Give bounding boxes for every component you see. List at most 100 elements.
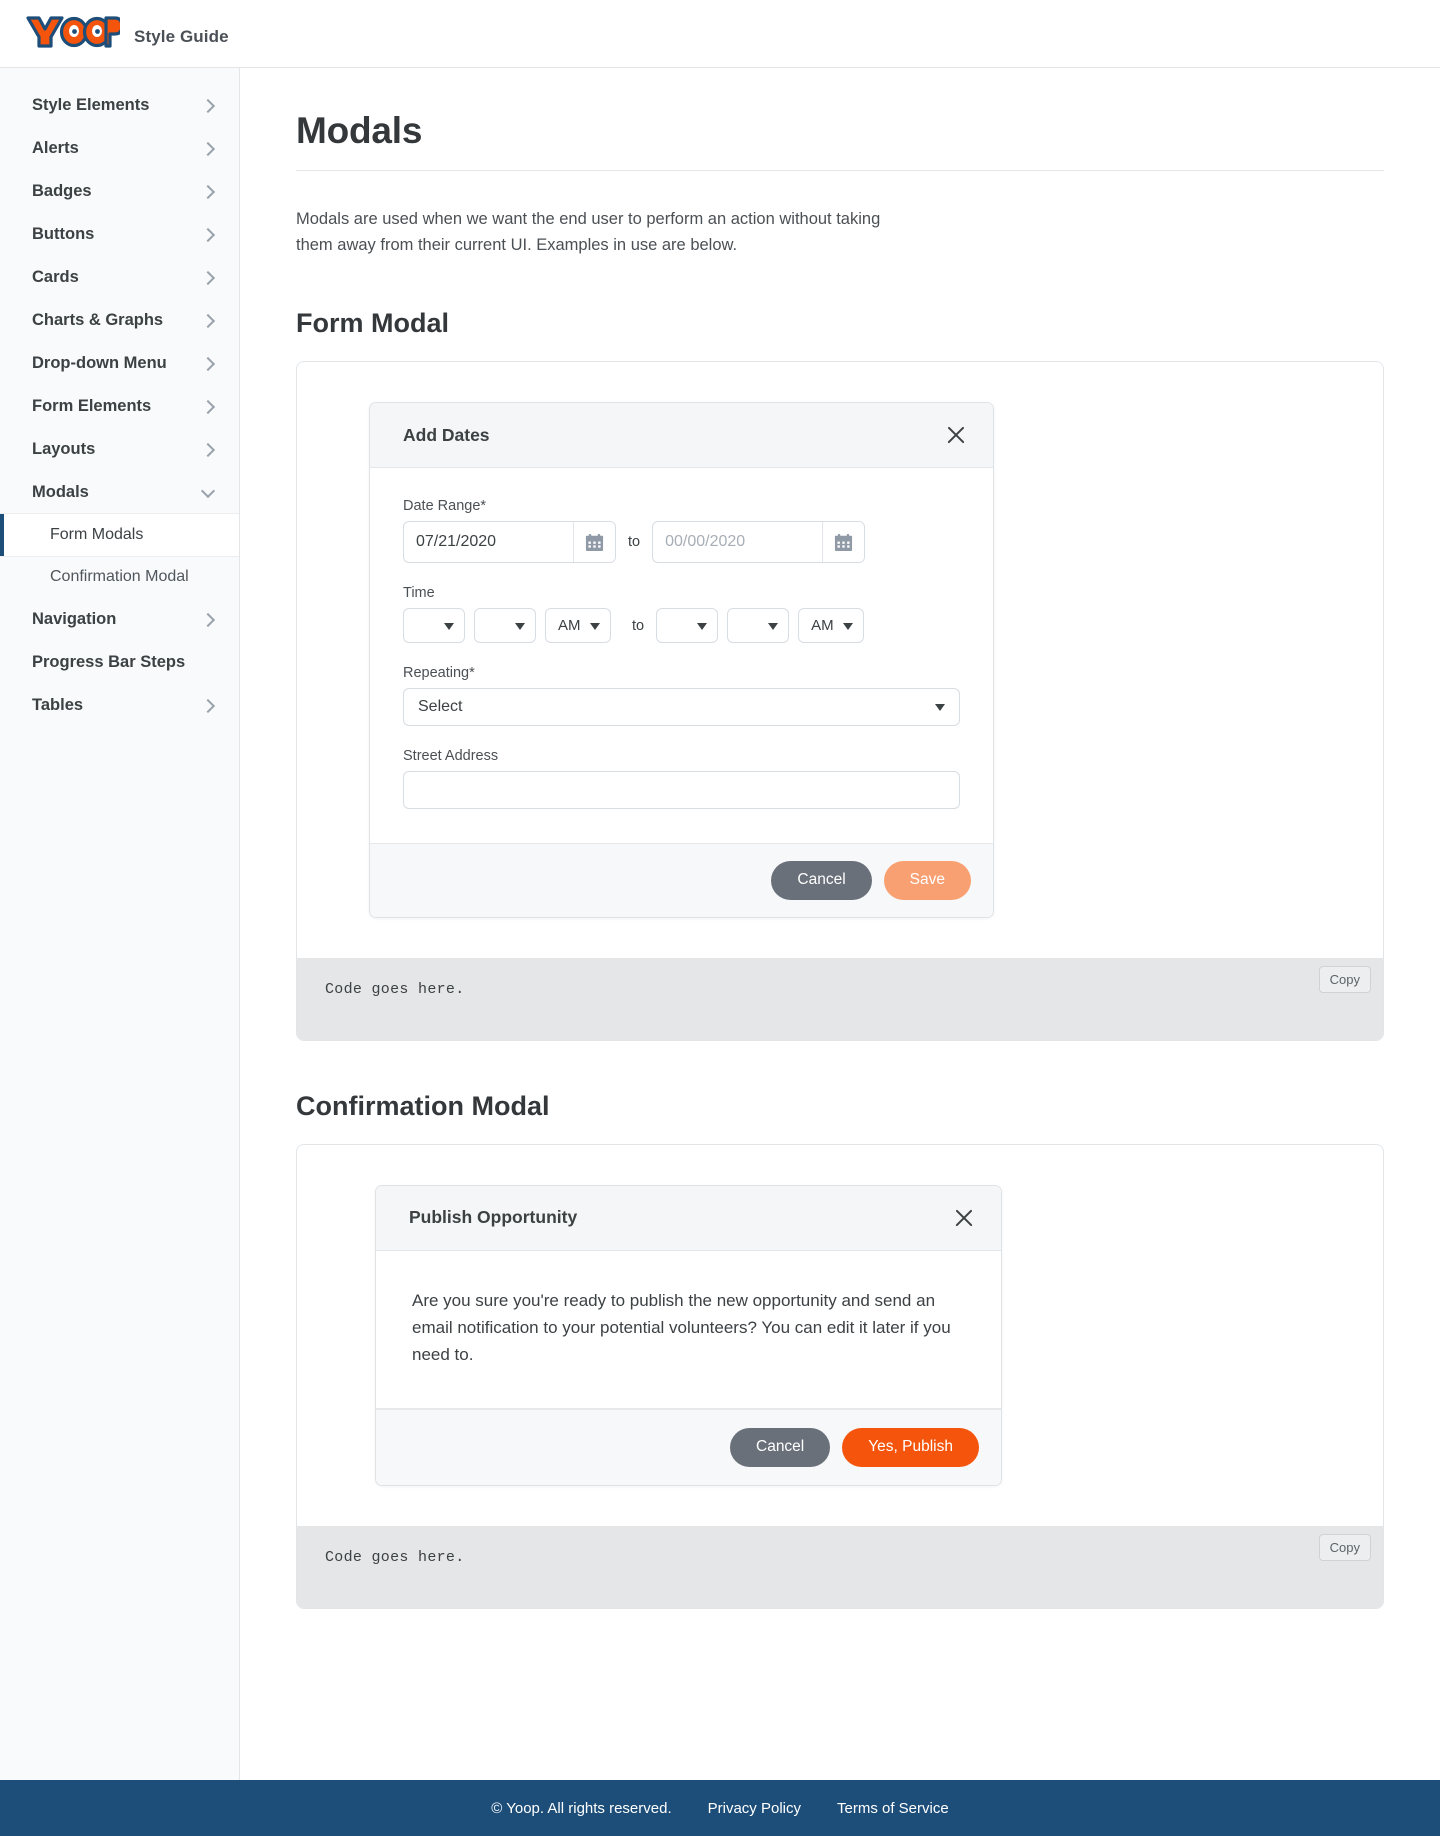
sidebar-item-modals[interactable]: Modals bbox=[0, 471, 239, 514]
form-modal-stage: Add Dates Date Range* 07/21/2020 to 00/0… bbox=[297, 362, 1383, 958]
sidebar-item-cards[interactable]: Cards bbox=[0, 256, 239, 299]
sidebar-subitem-label: Form Modals bbox=[50, 526, 144, 543]
modal-body: Are you sure you're ready to publish the… bbox=[376, 1251, 1001, 1410]
time-field: Time AM to AM bbox=[403, 585, 960, 644]
street-address-label: Street Address bbox=[403, 748, 499, 765]
yes-publish-button[interactable]: Yes, Publish bbox=[842, 1428, 979, 1467]
cancel-button[interactable]: Cancel bbox=[771, 861, 872, 900]
sidebar-subitem-form-modals[interactable]: Form Modals bbox=[0, 514, 239, 556]
chevron-right-icon bbox=[200, 270, 216, 285]
yoop-logo[interactable] bbox=[22, 9, 124, 58]
chevron-right-icon bbox=[200, 313, 216, 328]
sidebar-item-label: Style Elements bbox=[32, 96, 150, 114]
close-icon[interactable] bbox=[951, 1205, 977, 1231]
sidebar-item-label: Form Elements bbox=[32, 397, 152, 415]
sidebar-item-label: Alerts bbox=[32, 139, 79, 157]
chevron-down-icon bbox=[843, 622, 854, 630]
copyright-text: © Yoop. All rights reserved. bbox=[491, 1799, 672, 1817]
time-row: AM to AM bbox=[403, 608, 960, 644]
terms-of-service-link[interactable]: Terms of Service bbox=[837, 1800, 949, 1817]
save-button[interactable]: Save bbox=[883, 861, 971, 900]
section-title-form-modal: Form Modal bbox=[296, 308, 449, 339]
confirmation-modal-stage: Publish Opportunity Are you sure you're … bbox=[297, 1144, 1383, 1526]
sidebar: Style Elements Alerts Badges Buttons Car… bbox=[0, 68, 240, 1780]
start-date-group bbox=[403, 521, 616, 564]
cancel-button[interactable]: Cancel bbox=[730, 1428, 831, 1467]
site-footer: © Yoop. All rights reserved. Privacy Pol… bbox=[0, 1780, 1440, 1836]
end-date-input[interactable] bbox=[653, 522, 823, 563]
start-calendar-button[interactable] bbox=[573, 522, 615, 563]
start-hour-select[interactable] bbox=[403, 608, 465, 644]
repeating-label: Repeating* bbox=[403, 665, 475, 682]
end-hour-select[interactable] bbox=[656, 608, 719, 644]
date-range-field: Date Range* 07/21/2020 to 00/00/2020 bbox=[403, 498, 960, 564]
sidebar-item-label: Charts & Graphs bbox=[32, 311, 164, 329]
end-meridiem-select[interactable]: AM bbox=[798, 608, 865, 644]
chevron-right-icon bbox=[200, 442, 216, 457]
street-address-field: Street Address bbox=[403, 748, 960, 810]
sidebar-item-label: Badges bbox=[32, 182, 92, 200]
confirmation-modal-code-block: Copy Code goes here. bbox=[297, 1525, 1383, 1608]
form-modal-example: Add Dates Date Range* 07/21/2020 to 00/0… bbox=[296, 361, 1384, 1041]
start-date-input[interactable] bbox=[404, 522, 573, 563]
section-title-confirmation-modal: Confirmation Modal bbox=[296, 1090, 550, 1121]
page-title: Modals bbox=[296, 110, 1384, 171]
modal-title: Publish Opportunity bbox=[409, 1207, 578, 1228]
sidebar-item-alerts[interactable]: Alerts bbox=[0, 127, 239, 170]
sidebar-item-charts-graphs[interactable]: Charts & Graphs bbox=[0, 299, 239, 342]
privacy-policy-link[interactable]: Privacy Policy bbox=[708, 1800, 801, 1817]
date-range-row: to bbox=[403, 521, 960, 564]
chevron-down-icon bbox=[697, 622, 708, 630]
calendar-icon bbox=[835, 533, 853, 551]
sidebar-item-drop-down-menu[interactable]: Drop-down Menu bbox=[0, 342, 239, 385]
sidebar-subitem-label: Confirmation Modal bbox=[50, 568, 189, 585]
sidebar-item-form-elements[interactable]: Form Elements bbox=[0, 385, 239, 428]
street-address-input[interactable] bbox=[403, 771, 960, 810]
top-bar: Style Guide bbox=[0, 0, 1440, 68]
sidebar-item-buttons[interactable]: Buttons bbox=[0, 213, 239, 256]
chevron-down-icon bbox=[444, 622, 454, 630]
sidebar-item-progress-bar-steps[interactable]: Progress Bar Steps bbox=[0, 641, 239, 684]
modal-footer: Cancel Save bbox=[370, 843, 993, 917]
publish-opportunity-modal: Publish Opportunity Are you sure you're … bbox=[375, 1184, 1002, 1486]
close-icon[interactable] bbox=[943, 422, 969, 448]
sidebar-item-label: Layouts bbox=[32, 440, 96, 458]
end-meridiem-value: AM bbox=[811, 617, 834, 635]
sidebar-item-label: Navigation bbox=[32, 610, 117, 628]
modal-body: Date Range* 07/21/2020 to 00/00/2020 Tim… bbox=[370, 468, 993, 843]
end-date-group bbox=[652, 521, 866, 564]
chevron-right-icon bbox=[200, 356, 216, 371]
modal-title: Add Dates bbox=[403, 424, 490, 445]
start-minute-select[interactable] bbox=[474, 608, 536, 644]
sidebar-subitem-confirmation-modal[interactable]: Confirmation Modal bbox=[0, 556, 239, 598]
time-separator: to bbox=[632, 617, 645, 634]
chevron-down-icon bbox=[515, 622, 525, 630]
main-content: Modals Modals are used when we want the … bbox=[240, 68, 1440, 1780]
chevron-right-icon bbox=[200, 141, 216, 156]
sidebar-item-layouts[interactable]: Layouts bbox=[0, 428, 239, 471]
chevron-down-icon bbox=[200, 483, 216, 498]
confirmation-modal-example: Publish Opportunity Are you sure you're … bbox=[296, 1143, 1384, 1609]
modal-header: Publish Opportunity bbox=[376, 1185, 1001, 1251]
chevron-down-icon bbox=[768, 622, 779, 630]
time-label: Time bbox=[403, 585, 435, 602]
sidebar-item-navigation[interactable]: Navigation bbox=[0, 598, 239, 641]
chevron-right-icon bbox=[200, 612, 216, 627]
start-meridiem-select[interactable]: AM bbox=[545, 608, 611, 644]
date-range-separator: to bbox=[628, 534, 641, 551]
sidebar-item-style-elements[interactable]: Style Elements bbox=[0, 84, 239, 127]
repeating-select[interactable]: Select bbox=[403, 688, 960, 727]
modal-header: Add Dates bbox=[370, 403, 993, 469]
sidebar-item-label: Modals bbox=[32, 483, 89, 501]
copy-button[interactable]: Copy bbox=[1318, 965, 1371, 993]
copy-button[interactable]: Copy bbox=[1318, 1533, 1371, 1561]
sidebar-item-tables[interactable]: Tables bbox=[0, 684, 239, 727]
end-minute-select[interactable] bbox=[727, 608, 790, 644]
calendar-icon bbox=[585, 533, 604, 551]
sidebar-item-badges[interactable]: Badges bbox=[0, 170, 239, 213]
form-modal-code-block: Copy Code goes here. bbox=[297, 957, 1383, 1040]
end-calendar-button[interactable] bbox=[822, 522, 865, 563]
start-meridiem-value: AM bbox=[558, 617, 581, 635]
confirmation-message: Are you sure you're ready to publish the… bbox=[412, 1290, 951, 1365]
repeating-field: Repeating* Select bbox=[403, 665, 960, 727]
